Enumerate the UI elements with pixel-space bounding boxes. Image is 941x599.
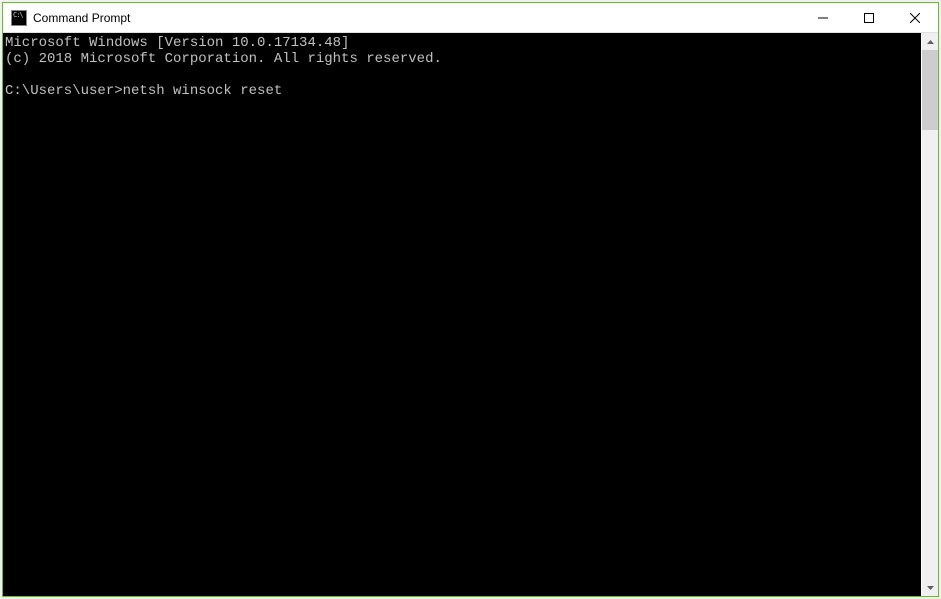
window-controls — [800, 3, 938, 32]
maximize-icon — [864, 13, 874, 23]
chevron-up-icon — [927, 40, 934, 44]
maximize-button[interactable] — [846, 3, 892, 32]
minimize-icon — [818, 13, 828, 23]
console-line — [5, 67, 921, 83]
command-prompt-window: C:\ Command Prompt Microsoft Wi — [2, 2, 939, 597]
client-area: Microsoft Windows [Version 10.0.17134.48… — [3, 33, 938, 596]
scroll-down-button[interactable] — [922, 579, 938, 596]
scrollbar-track[interactable] — [922, 50, 938, 579]
minimize-button[interactable] — [800, 3, 846, 32]
close-icon — [910, 13, 920, 23]
console-output[interactable]: Microsoft Windows [Version 10.0.17134.48… — [3, 33, 921, 596]
vertical-scrollbar[interactable] — [921, 33, 938, 596]
titlebar[interactable]: C:\ Command Prompt — [3, 3, 938, 33]
close-button[interactable] — [892, 3, 938, 32]
scroll-up-button[interactable] — [922, 33, 938, 50]
cmd-icon: C:\ — [11, 10, 27, 26]
console-line: Microsoft Windows [Version 10.0.17134.48… — [5, 35, 921, 51]
console-line: (c) 2018 Microsoft Corporation. All righ… — [5, 51, 921, 67]
chevron-down-icon — [927, 586, 934, 590]
scrollbar-thumb[interactable] — [922, 50, 938, 130]
console-line: C:\Users\user>netsh winsock reset — [5, 83, 921, 99]
window-title: Command Prompt — [33, 11, 130, 25]
